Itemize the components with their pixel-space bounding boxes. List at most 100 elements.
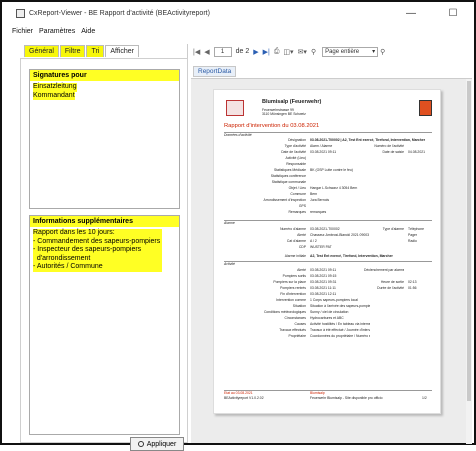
report-field-value: Pager [408, 233, 418, 237]
signatures-section: Signatures pour Einsatzleitung Kommandan… [29, 69, 180, 209]
info-line: d'arrondissement [33, 254, 91, 262]
report-field-label: Date de saisie [382, 150, 405, 154]
apply-icon [137, 441, 144, 447]
report-field-value: 03.08.2021 09:31 [310, 280, 337, 284]
menu-file[interactable]: Fichier [12, 28, 33, 39]
footer-mid-2: Feuerwehr Blumisalp - Site disponible pr… [310, 396, 383, 400]
general-tab-content: Signatures pour Einsatzleitung Kommandan… [20, 58, 188, 443]
report-field-label: Commune [290, 192, 306, 196]
maximize-button[interactable]: ☐ [432, 2, 474, 24]
zoom-select[interactable]: Page entière ▾ [322, 46, 379, 57]
print-icon[interactable]: ⎙ [274, 48, 280, 56]
report-field-label: Objet / Lieu [288, 186, 306, 190]
tab-general[interactable]: Général [24, 45, 59, 57]
report-org-address: 3110 Münsingen BE Schweiz [262, 112, 306, 116]
report-row: Propriétaire Coordonnées du propriétaire … [214, 334, 442, 340]
report-field-label: Activité (Lieu) [285, 156, 306, 160]
municipality-logo-icon [226, 100, 244, 116]
menu-help[interactable]: Aide [81, 28, 95, 39]
report-field-value: 03.08.2021 09:11 [310, 268, 337, 272]
report-field-value: 03.08.2021 09:11 [310, 150, 337, 154]
zoom-icon[interactable]: ⚲ [311, 48, 316, 56]
report-row: CDP WUSTER PAT [214, 245, 442, 251]
report-org: Blumisalp (Feuerwehr) [262, 99, 322, 105]
report-field-value: Téléphone [408, 227, 425, 231]
report-field-label: Alerté [297, 268, 306, 272]
additional-info-text[interactable]: Rapport dans les 10 jours: - Commandemen… [30, 227, 179, 274]
report-field-value: Coordonnées du propriétaire / Numéro et … [310, 334, 370, 338]
report-field-label: Type d'alarme [382, 227, 404, 231]
tab-display[interactable]: Afficher [105, 45, 139, 57]
report-field-label: Responsable [286, 162, 306, 166]
report-field-value: 1 Corps sapeurs-pompiers local [310, 298, 358, 302]
tab-sort[interactable]: Tri [86, 45, 105, 57]
report-field-value: 04.08.2021 [408, 150, 425, 154]
additional-info-title: Informations supplémentaires [30, 216, 179, 227]
signatures-list[interactable]: Einsatzleitung Kommandant [30, 81, 179, 102]
scrollbar-thumb[interactable] [467, 81, 471, 401]
report-field-value: Hydrocarbures et ABC [310, 316, 344, 320]
mail-icon[interactable]: ✉▾ [298, 48, 307, 56]
report-page: Blumisalp (Feuerwehr) Feuerwehrstrasse 9… [213, 89, 441, 414]
report-field-label: Remarques [288, 210, 306, 214]
report-field-value: 03.08.2021-T00002 [310, 227, 340, 231]
app-icon [16, 8, 25, 18]
designation-label: Désignation [288, 138, 306, 142]
page-number-input[interactable]: 1 [213, 46, 232, 57]
report-field-label: Date de l'activité [281, 150, 306, 154]
report-field-label: Conditions météorologiques [263, 310, 306, 314]
signature-item[interactable]: Einsatzleitung [33, 83, 77, 92]
report-field-label: Numéro d'alarme [280, 227, 306, 231]
menu-settings[interactable]: Paramètres [39, 28, 75, 39]
report-field-label: Propriétaire [288, 334, 306, 338]
report-field-value: 02:13 [408, 280, 417, 284]
report-field-label: Numéro de l'activité [374, 144, 404, 148]
report-field-value: Jura Bernois [310, 198, 330, 202]
designation-value: 03.08.2021-T00002 | A2, Test Ent exercé,… [310, 138, 426, 142]
section-activity: Activité [224, 262, 235, 266]
info-line: - Autorités / Commune [33, 263, 103, 270]
report-field-label: Alerté [297, 233, 306, 237]
tab-filter[interactable]: Filtre [59, 45, 86, 57]
last-page-icon[interactable]: ▶| [263, 48, 270, 56]
canton-coat-of-arms-icon [419, 100, 432, 116]
report-field-label: Causes [294, 322, 307, 326]
search-icon[interactable]: ⚲ [380, 48, 385, 56]
footer-mid: Blumisalp [310, 391, 325, 395]
signatures-title: Signatures pour [30, 70, 179, 81]
next-page-icon[interactable]: ▶ [253, 48, 258, 56]
report-field-value: Radio [408, 239, 417, 243]
report-field-label: Heure de sortie [380, 280, 404, 284]
report-field-value: Bern [310, 192, 318, 196]
window-title: CxReport-Viewer - BE Rapport d'activité … [29, 9, 210, 17]
report-field-label: Arrondissement d'inspection [263, 198, 307, 202]
prev-page-icon[interactable]: ◀ [204, 48, 209, 56]
signature-item[interactable]: Kommandant [33, 91, 75, 100]
apply-label: Appliquer [146, 440, 177, 448]
report-field-value: Activité hostilités / En tableau via int… [310, 322, 370, 326]
report-field-value: Alarm / Alarme [310, 144, 333, 148]
report-field-label: Fin d'intervention [280, 292, 306, 296]
report-field-value: Chasseur-Ambrosi-Blanckl 2021 09003 Mon-… [310, 233, 370, 237]
first-page-icon[interactable]: |◀ [193, 48, 200, 56]
report-field-value: Travaux à été effectué / Journée d'inter… [310, 328, 370, 332]
tab-report-data[interactable]: ReportData [193, 66, 237, 77]
report-field-value: BK (OSP Lutte contre le feu) [310, 168, 353, 172]
page-count: de 2 [235, 48, 250, 55]
apply-button[interactable]: Appliquer [130, 437, 184, 451]
initial-alarm-value: A2, Test Ent exercé, Tirefond, Intervent… [310, 254, 393, 258]
report-field-value: 03.08.2021 09:15 [310, 274, 337, 278]
viewer-scrollbar[interactable] [466, 79, 472, 444]
report-field-value: Sunny / ciel de circulation [310, 310, 349, 314]
report-title: Rapport d'intervention du 03.08.2021 [224, 123, 320, 129]
report-field-label: GPS [298, 204, 306, 208]
report-field-label: Déclenchement par alarme (Test Berli ala… [364, 268, 404, 272]
report-field-value: remarques [310, 210, 327, 214]
report-field-label: Durée de l'activité [377, 286, 404, 290]
minimize-button[interactable]: — [390, 2, 432, 24]
report-row: Remarques remarques [214, 210, 442, 216]
report-field-value: 03.08.2021 12:11 [310, 292, 337, 296]
report-field-label: Statistique communale [271, 180, 306, 184]
menu-bar: Fichier Paramètres Aide [2, 28, 101, 39]
export-icon[interactable]: ◫▾ [283, 48, 293, 56]
